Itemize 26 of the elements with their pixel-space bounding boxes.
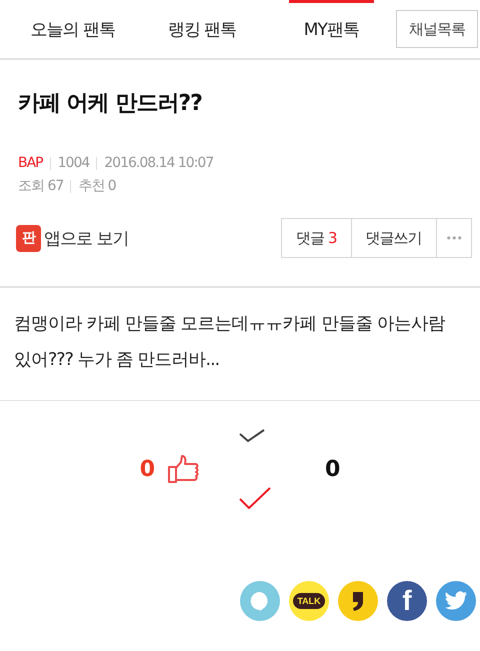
recommend-count: 추천 0 bbox=[78, 177, 116, 196]
post-title: 카페 어케 만드러?? bbox=[18, 90, 203, 118]
bird-icon bbox=[444, 591, 468, 611]
post-body: 컴맹이라 카페 만들줄 모르는데ㅠㅠ카페 만들줄 아는사람 있어??? 누가 좀 만드러바... bbox=[14, 313, 446, 372]
author-name: BAP bbox=[18, 154, 43, 173]
talk-share-button[interactable]: TALK bbox=[289, 581, 329, 621]
nav-tab[interactable]: 오늘의 팬톡 bbox=[8, 0, 138, 58]
nav-tab[interactable]: 랭킹 팬톡 bbox=[137, 0, 267, 58]
view-count: 조회 67 bbox=[18, 177, 64, 196]
comma-icon bbox=[351, 590, 365, 612]
comments-button[interactable]: 댓글 3 bbox=[281, 218, 352, 258]
open-in-app-link[interactable]: 판 앱으로 보기 bbox=[16, 224, 128, 252]
twitter-share-button[interactable] bbox=[436, 581, 476, 621]
app-icon: 판 bbox=[16, 224, 41, 252]
post-date: 2016.08.14 10:07 bbox=[104, 154, 214, 173]
thumbs-up-icon[interactable] bbox=[167, 454, 199, 484]
check-icon[interactable] bbox=[239, 487, 271, 509]
story-share-button[interactable] bbox=[338, 581, 378, 621]
author-id: 1004 bbox=[58, 154, 90, 173]
nav-tab[interactable]: MY팬톡 bbox=[266, 0, 396, 58]
check-icon[interactable] bbox=[239, 429, 265, 443]
channel-list-button[interactable]: 채널목록 bbox=[396, 10, 478, 48]
write-comment-button[interactable]: 댓글쓰기 bbox=[350, 218, 437, 258]
dislike-count: 0 bbox=[325, 456, 340, 482]
facebook-share-button[interactable]: f bbox=[387, 581, 427, 621]
like-count: 0 bbox=[140, 456, 155, 482]
